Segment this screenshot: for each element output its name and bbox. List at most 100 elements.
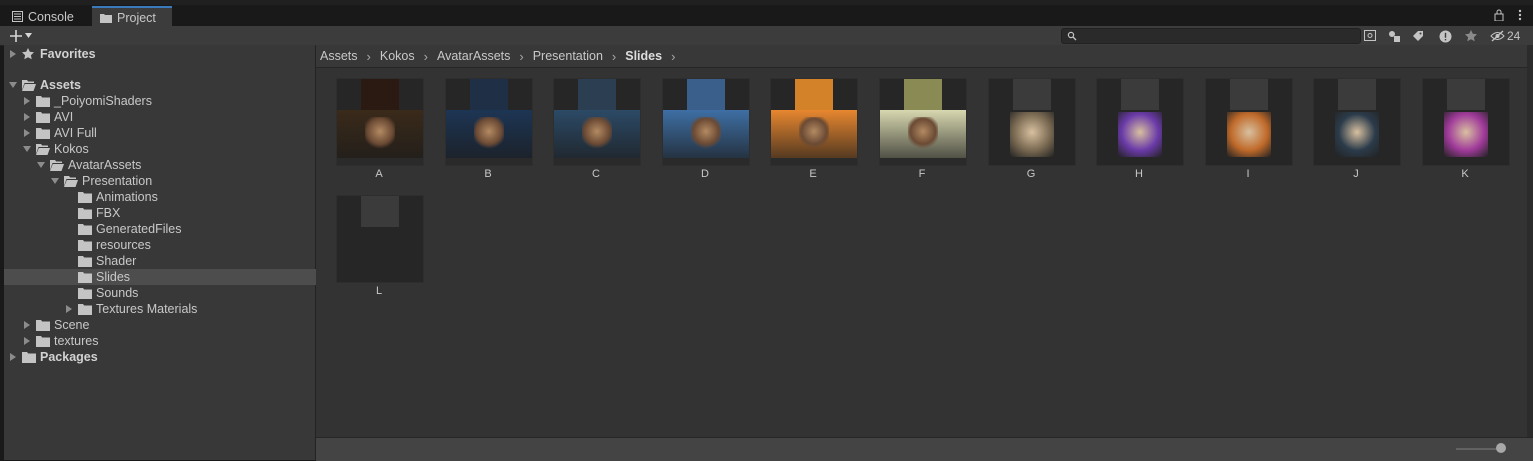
favorites-button[interactable]: [1463, 28, 1479, 44]
tree-item-label: Scene: [54, 318, 90, 332]
folder-icon: [78, 287, 92, 299]
tag-icon: [1413, 31, 1423, 41]
tree-item-packages[interactable]: Packages: [4, 349, 320, 365]
slide-thumbnail: [1205, 78, 1293, 166]
folder-open-icon: [64, 175, 78, 187]
tree-item-label: resources: [96, 238, 151, 252]
slide-thumbnail: [445, 78, 533, 166]
folder-icon: [22, 351, 36, 363]
shapes-icon: [1388, 30, 1400, 42]
filter-by-label-button[interactable]: [1410, 28, 1426, 44]
breadcrumb-item-kokos[interactable]: Kokos: [380, 49, 415, 63]
status-bar: [316, 437, 1533, 461]
asset-name: D: [701, 168, 709, 180]
tree-item-avatarassets[interactable]: AvatarAssets: [4, 157, 348, 173]
expand-arrow-down-icon[interactable]: [9, 81, 17, 89]
project-folder-tree: Favorites Assets _PoiyomiShaders AVI AVI Ful…: [4, 45, 376, 460]
breadcrumb-separator-icon: ›: [671, 48, 676, 64]
expand-arrow-right-icon[interactable]: [65, 305, 73, 313]
expand-arrow-right-icon[interactable]: [9, 353, 17, 361]
kebab-menu-icon[interactable]: [1517, 9, 1523, 21]
expand-arrow-right-icon[interactable]: [23, 337, 31, 345]
breadcrumb-separator-icon: ›: [366, 48, 371, 64]
tree-item-poiyomishaders[interactable]: _PoiyomiShaders: [4, 93, 334, 109]
tree-item-avi[interactable]: AVI: [4, 109, 334, 125]
tree-item-label: Sounds: [96, 286, 139, 300]
breadcrumb-item-assets[interactable]: Assets: [320, 49, 358, 63]
search-field[interactable]: [1061, 28, 1361, 44]
filter-by-type-button[interactable]: [1386, 28, 1402, 44]
slide-thumbnail: [1313, 78, 1401, 166]
asset-name: H: [1135, 168, 1143, 180]
tree-item-avi-full[interactable]: AVI Full: [4, 125, 334, 141]
search-input[interactable]: [1080, 29, 1350, 43]
tree-item-label: _PoiyomiShaders: [54, 94, 152, 108]
folder-open-icon: [36, 143, 50, 155]
create-asset-button[interactable]: [10, 28, 32, 43]
folder-icon: [100, 13, 112, 23]
expand-arrow-right-icon[interactable]: [23, 321, 31, 329]
tab-project[interactable]: Project: [92, 6, 172, 27]
expand-arrow-right-icon[interactable]: [23, 97, 31, 105]
breadcrumb-separator-icon: ›: [519, 48, 524, 64]
asset-name: I: [1246, 168, 1250, 180]
tree-item-label: FBX: [96, 206, 121, 220]
tab-console[interactable]: Console: [4, 7, 94, 26]
search-by-type-button[interactable]: [1362, 28, 1378, 44]
expand-arrow-right-icon[interactable]: [23, 129, 31, 137]
vertical-scrollbar[interactable]: [1527, 45, 1533, 437]
tree-item-textures[interactable]: textures: [4, 333, 334, 349]
search-filter-icon: [1363, 30, 1376, 41]
folder-icon: [78, 303, 92, 315]
icon-size-slider-handle[interactable]: [1496, 443, 1506, 453]
breadcrumb-item-slides[interactable]: Slides: [625, 49, 662, 63]
asset-name: E: [809, 168, 817, 180]
expand-arrow-down-icon[interactable]: [23, 145, 31, 153]
folder-icon: [78, 255, 92, 267]
tab-console-label: Console: [28, 9, 74, 24]
slide-thumbnail: [1422, 78, 1510, 166]
tree-item-assets[interactable]: Assets: [4, 77, 320, 93]
slide-thumbnail: [336, 78, 424, 166]
tree-item-kokos[interactable]: Kokos: [4, 141, 334, 157]
asset-name: A: [375, 168, 383, 180]
folder-icon: [36, 319, 50, 331]
asset-name: G: [1026, 168, 1036, 180]
folder-icon: [36, 111, 50, 123]
tab-project-label: Project: [117, 10, 156, 25]
folder-open-icon: [50, 159, 64, 171]
folder-icon: [78, 207, 92, 219]
expand-arrow-right-icon[interactable]: [23, 113, 31, 121]
breadcrumb-item-avatarassets[interactable]: AvatarAssets: [437, 49, 510, 63]
project-toolbar: 24: [0, 26, 1533, 46]
slide-thumbnail: [879, 78, 967, 166]
asset-name: F: [918, 168, 926, 180]
tree-item-label: Packages: [40, 350, 98, 364]
eye-slash-icon: [1490, 30, 1505, 42]
lock-icon[interactable]: [1493, 9, 1505, 21]
folder-icon: [36, 127, 50, 139]
expand-arrow-down-icon[interactable]: [37, 161, 45, 169]
expand-arrow-right-icon[interactable]: [9, 50, 17, 58]
breadcrumb-separator-icon: ›: [611, 48, 617, 64]
tree-item-label: Shader: [96, 254, 137, 268]
tree-item-label: GeneratedFiles: [96, 222, 182, 236]
tree-item-label: Textures Materials: [96, 302, 198, 316]
slide-thumbnail: [662, 78, 750, 166]
tree-item-scene[interactable]: Scene: [4, 317, 334, 333]
log-filter-button[interactable]: [1437, 28, 1453, 44]
tree-item-label: Animations: [96, 190, 158, 204]
slide-thumbnail: [770, 78, 858, 166]
chevron-down-icon: [25, 33, 32, 38]
breadcrumb-item-presentation[interactable]: Presentation: [533, 49, 603, 63]
hidden-packages-toggle[interactable]: 24: [1490, 28, 1520, 44]
expand-arrow-down-icon[interactable]: [51, 177, 59, 185]
tree-item-favorites[interactable]: Favorites: [4, 46, 320, 62]
slide-thumbnail: [553, 78, 641, 166]
tree-item-presentation[interactable]: Presentation: [4, 173, 362, 189]
tree-item-label: Favorites: [40, 47, 96, 61]
